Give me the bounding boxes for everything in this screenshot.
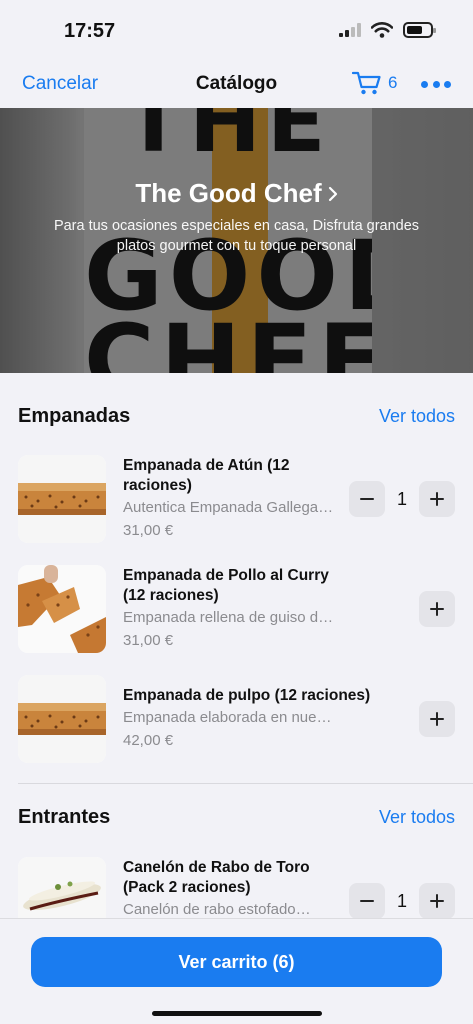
more-dot-icon <box>444 80 451 88</box>
product-description: Empanada elaborada en nuestro obrador… <box>123 709 335 726</box>
store-name: The Good Chef <box>135 178 322 208</box>
banner-text: The Good Chef Para tus ocasiones especia… <box>0 178 473 256</box>
product-item[interactable]: Empanada de pulpo (12 raciones) Empanada… <box>18 675 455 765</box>
home-indicator <box>152 1011 322 1016</box>
store-banner[interactable]: THE GOOD CHEF The Good Chef Para tus oca… <box>0 108 473 373</box>
view-cart-button[interactable]: Ver carrito (6) <box>31 937 442 987</box>
status-time: 17:57 <box>64 20 116 42</box>
decrease-quantity-button[interactable] <box>349 481 385 517</box>
plus-icon <box>430 894 444 908</box>
product-price: 31,00 € <box>123 632 174 649</box>
section-title: Empanadas <box>18 405 131 427</box>
cart-icon <box>352 71 381 95</box>
product-description: Canelón de rabo estofado… <box>123 901 311 918</box>
cancel-button[interactable]: Cancelar <box>22 73 98 95</box>
section-title: Entrantes <box>18 806 111 828</box>
quantity-value: 1 <box>396 891 407 911</box>
product-image <box>18 675 106 763</box>
navigation-bar: Cancelar Catálogo 6 <box>0 62 473 108</box>
store-description: Para tus ocasiones especiales en casa, D… <box>53 218 420 254</box>
increase-quantity-button[interactable] <box>419 883 455 918</box>
catalog-list[interactable]: Empanadas Ver todos Empanada de Atún (12… <box>0 373 473 918</box>
product-name: Empanada de Atún (12 raciones) <box>123 457 290 494</box>
see-all-button[interactable]: Ver todos <box>379 807 455 828</box>
bottom-bar: Ver carrito (6) <box>0 918 473 1024</box>
battery-icon <box>403 22 436 38</box>
section-header-entrantes: Entrantes Ver todos <box>18 806 455 836</box>
product-item[interactable]: Canelón de Rabo de Toro (Pack 2 raciones… <box>18 857 455 918</box>
empanada-image <box>18 675 106 763</box>
status-bar: 17:57 <box>0 0 473 62</box>
product-price: 31,00 € <box>123 522 174 539</box>
cart-count: 6 <box>388 73 398 92</box>
section-header-empanadas: Empanadas Ver todos <box>18 405 455 435</box>
minus-icon <box>360 900 374 902</box>
product-price: 42,00 € <box>123 732 174 749</box>
product-info: Empanada de pulpo (12 raciones) Empanada… <box>123 686 370 751</box>
section-divider <box>18 783 473 784</box>
decrease-quantity-button[interactable] <box>349 883 385 918</box>
empanada-image <box>18 565 106 653</box>
cellular-signal-icon <box>339 23 361 37</box>
cannelloni-image <box>18 857 106 918</box>
cart-button[interactable]: 6 <box>352 70 397 96</box>
quantity-value: 1 <box>396 489 407 509</box>
add-to-cart-button[interactable] <box>419 591 455 627</box>
product-info: Empanada de Atún (12 raciones) Autentica… <box>123 456 335 541</box>
increase-quantity-button[interactable] <box>419 481 455 517</box>
product-image <box>18 565 106 653</box>
product-item[interactable]: Empanada de Atún (12 raciones) Autentica… <box>18 455 455 545</box>
wifi-icon <box>371 22 393 38</box>
plus-icon <box>430 492 444 506</box>
product-description: Autentica Empanada Gallega… <box>123 499 334 516</box>
plus-icon <box>430 602 444 616</box>
product-item[interactable]: Empanada de Pollo al Curry (12 raciones)… <box>18 565 455 655</box>
more-dot-icon <box>432 80 440 88</box>
plus-icon <box>430 712 444 726</box>
product-name: Empanada de pulpo (12 raciones) <box>123 687 371 704</box>
store-name-link[interactable]: The Good Chef <box>135 178 337 209</box>
product-image <box>18 857 106 918</box>
product-name: Canelón de Rabo de Toro (Pack 2 raciones… <box>123 859 310 896</box>
product-info: Empanada de Pollo al Curry (12 raciones)… <box>123 566 335 651</box>
add-to-cart-button[interactable] <box>419 701 455 737</box>
product-info: Canelón de Rabo de Toro (Pack 2 raciones… <box>123 858 335 918</box>
more-dot-icon <box>421 80 428 88</box>
minus-icon <box>360 498 374 500</box>
product-name: Empanada de Pollo al Curry (12 raciones) <box>123 567 329 604</box>
product-description: Empanada rellena de guiso de pollo… <box>123 609 335 626</box>
see-all-button[interactable]: Ver todos <box>379 406 455 427</box>
empanada-image <box>18 455 106 543</box>
status-icons <box>339 22 436 38</box>
more-options-button[interactable] <box>421 70 451 98</box>
product-image <box>18 455 106 543</box>
chevron-right-icon <box>328 186 337 201</box>
